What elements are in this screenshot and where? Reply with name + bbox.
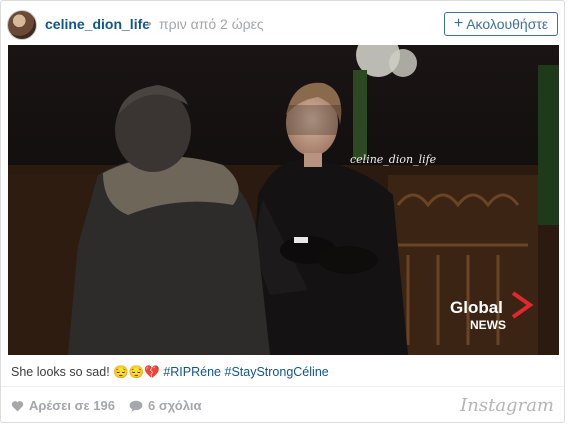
post-photo[interactable]: celine_dion_life Global NEWS — [8, 45, 559, 355]
footer-divider — [1, 386, 564, 387]
comments-count: 6 σχόλια — [148, 398, 202, 413]
hashtag-link[interactable]: #StayStrongCéline — [221, 365, 328, 379]
post-caption: She looks so sad! 😔😔💔 #RIPRéne #StayStro… — [11, 365, 329, 380]
instagram-embed-card: celine_dion_life • πριν από 2 ώρες + Ακο… — [0, 0, 565, 423]
plus-icon: + — [453, 15, 464, 32]
logo-global-text: Global — [450, 298, 503, 317]
post-footer: Αρέσει σε 196 6 σχόλια Instagram — [11, 395, 554, 416]
logo-news-text: NEWS — [470, 318, 506, 332]
follow-button[interactable]: + Ακολουθήστε — [444, 12, 558, 36]
likes-count: Αρέσει σε 196 — [29, 398, 115, 413]
username-link[interactable]: celine_dion_life — [45, 16, 150, 32]
avatar[interactable] — [7, 10, 37, 40]
likes-link[interactable]: Αρέσει σε 196 — [11, 398, 115, 413]
heart-icon — [11, 400, 24, 411]
caption-text: She looks so sad! — [11, 365, 114, 379]
post-header: celine_dion_life • πριν από 2 ώρες + Ακο… — [7, 7, 558, 41]
post-timestamp[interactable]: πριν από 2 ώρες — [159, 16, 264, 32]
follow-button-label: Ακολουθήστε — [466, 16, 549, 32]
instagram-logo[interactable]: Instagram — [460, 395, 554, 416]
comments-link[interactable]: 6 σχόλια — [129, 398, 202, 413]
photo-watermark: celine_dion_life — [350, 153, 437, 166]
separator-dot: • — [147, 16, 152, 31]
caption-emoji: 😔😔💔 — [113, 365, 160, 379]
comment-icon — [129, 400, 143, 412]
hashtag-link[interactable]: #RIPRéne — [160, 365, 221, 379]
photo-illustration: celine_dion_life Global NEWS — [8, 45, 559, 355]
